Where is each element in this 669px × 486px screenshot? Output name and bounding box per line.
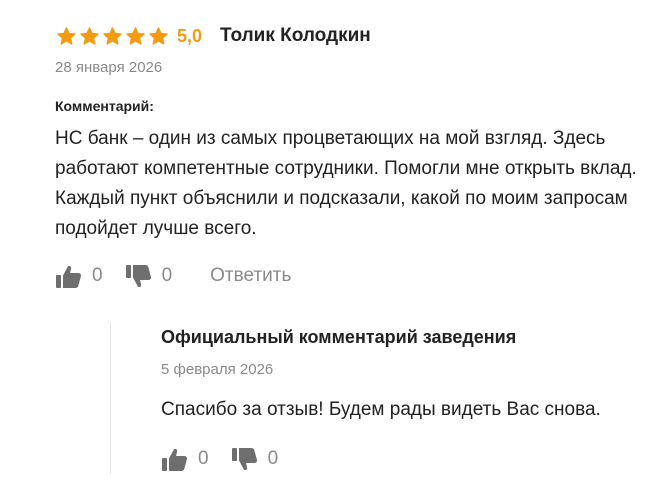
official-like-button[interactable]: 0 (161, 447, 209, 472)
dislike-count: 0 (161, 265, 173, 286)
official-reply-text: Спасибо за отзыв! Будем рады видеть Вас … (161, 399, 601, 420)
thumbs-up-icon (56, 265, 82, 288)
star-icon (126, 26, 145, 45)
star-icon (103, 26, 122, 45)
review-actions: 0 0 Ответить (55, 262, 291, 290)
star-icon (80, 26, 99, 45)
comment-label: Комментарий: (55, 98, 154, 114)
official-dislike-button[interactable]: 0 (231, 447, 279, 472)
rating-stars (56, 26, 169, 47)
official-reply-title: Официальный комментарий заведения (161, 327, 517, 347)
thumbs-down-icon (231, 447, 257, 470)
like-button[interactable]: 0 (55, 264, 103, 289)
review-date: 28 января 2026 (55, 59, 163, 76)
like-count: 0 (92, 265, 103, 286)
author-name[interactable]: Толик Колодкин (220, 25, 371, 47)
official-like-count: 0 (198, 448, 209, 469)
official-dislike-count: 0 (267, 448, 279, 469)
review-header: 5,0 Толик Колодкин (56, 22, 371, 50)
official-reply-actions: 0 0 (161, 445, 278, 473)
review-card: 5,0 Толик Колодкин 28 января 2026 Коммен… (0, 0, 669, 486)
dislike-button[interactable]: 0 (125, 264, 173, 289)
thumbs-down-icon (125, 264, 151, 287)
official-reply-date: 5 февраля 2026 (161, 361, 274, 378)
star-icon (149, 26, 168, 45)
thumbs-up-icon (162, 448, 188, 471)
star-icon (57, 26, 76, 45)
reply-button[interactable]: Ответить (210, 265, 291, 287)
rating-value: 5,0 (177, 25, 203, 46)
comment-text: НС банк – один из самых процветающих на … (55, 128, 637, 239)
